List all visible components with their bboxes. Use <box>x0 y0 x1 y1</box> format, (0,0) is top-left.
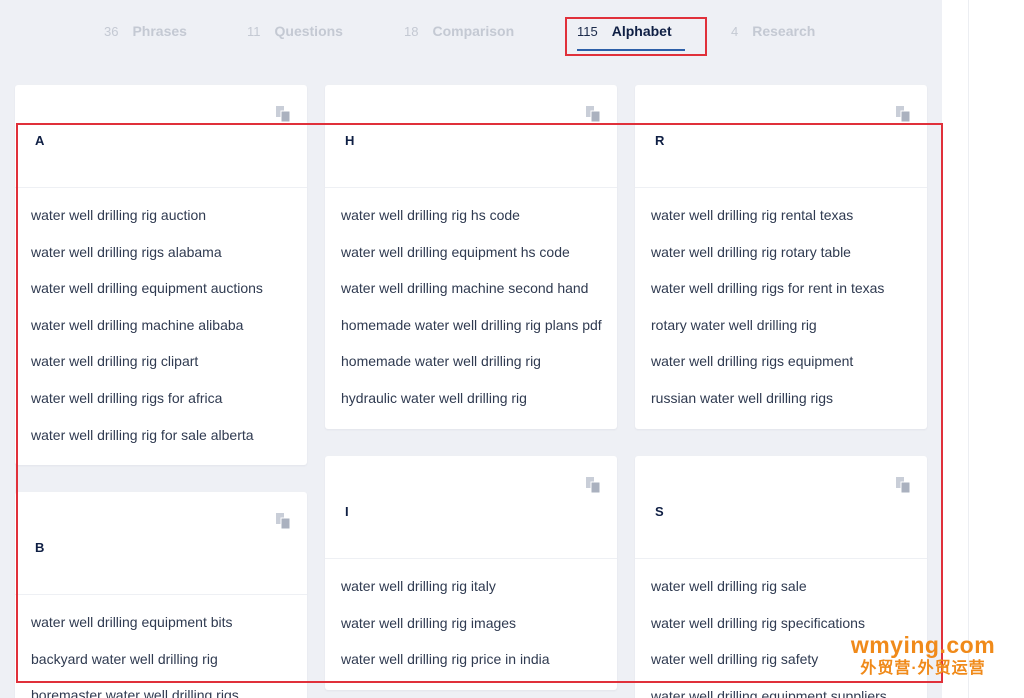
alphabet-card-a: A water well drilling rig auction water … <box>15 85 307 465</box>
keyword-item[interactable]: water well drilling rig sale <box>635 576 927 613</box>
copy-icon[interactable] <box>895 105 911 123</box>
tab-label: Research <box>752 23 816 39</box>
keyword-item[interactable]: water well drilling equipment bits <box>15 612 307 649</box>
card-letter: A <box>35 133 45 148</box>
keyword-item[interactable]: water well drilling rig images <box>325 613 617 650</box>
card-letter: R <box>655 133 665 148</box>
keyword-item[interactable]: water well drilling rigs equipment <box>635 351 927 388</box>
card-letter: S <box>655 504 664 519</box>
keyword-item[interactable]: rotary water well drilling rig <box>635 315 927 352</box>
keyword-item[interactable]: water well drilling rigs for africa <box>15 388 307 425</box>
tab-phrases[interactable]: 36 Phrases <box>104 23 187 43</box>
keyword-item[interactable]: backyard water well drilling rig <box>15 649 307 686</box>
active-tab-underline <box>577 49 685 51</box>
keyword-item[interactable]: water well drilling rig italy <box>325 576 617 613</box>
keyword-item[interactable]: water well drilling rig rotary table <box>635 242 927 279</box>
tab-comparison[interactable]: 18 Comparison <box>404 23 514 43</box>
alphabet-card-r: R water well drilling rig rental texas w… <box>635 85 927 429</box>
copy-icon[interactable] <box>275 512 291 530</box>
card-header: R <box>635 85 927 188</box>
card-header: B <box>15 492 307 595</box>
keyword-item[interactable]: boremaster water well drilling rigs <box>15 685 307 698</box>
copy-icon[interactable] <box>585 476 601 494</box>
tab-label: Questions <box>274 23 343 39</box>
keyword-item[interactable]: water well drilling rig for sale alberta <box>15 425 307 462</box>
tab-label: Phrases <box>132 23 187 39</box>
keyword-item[interactable]: water well drilling equipment suppliers <box>635 686 927 698</box>
watermark-subtitle: 外贸营·外贸运营 <box>860 660 986 677</box>
tab-count: 115 <box>577 24 598 39</box>
watermark: wmying.com 外贸营·外贸运营 <box>838 632 1008 680</box>
keyword-panel: 36 Phrases 11 Questions 18 Comparison 11… <box>0 0 942 698</box>
tab-alphabet[interactable]: 115 Alphabet <box>577 23 672 43</box>
card-letter: B <box>35 540 45 555</box>
alphabet-card-b: B water well drilling equipment bits bac… <box>15 492 307 698</box>
card-letter: H <box>345 133 355 148</box>
keyword-item[interactable]: water well drilling equipment hs code <box>325 242 617 279</box>
keyword-item[interactable]: water well drilling rig hs code <box>325 205 617 242</box>
keyword-item[interactable]: homemade water well drilling rig <box>325 351 617 388</box>
keyword-item[interactable]: water well drilling machine alibaba <box>15 315 307 352</box>
keyword-item[interactable]: water well drilling machine second hand <box>325 278 617 315</box>
keyword-item[interactable]: homemade water well drilling rig plans p… <box>325 315 617 352</box>
divider <box>968 0 969 698</box>
keyword-list: water well drilling rig hs code water we… <box>325 188 617 425</box>
tab-count: 11 <box>247 24 261 39</box>
card-header: S <box>635 456 927 559</box>
copy-icon[interactable] <box>895 476 911 494</box>
keyword-item[interactable]: water well drilling rigs alabama <box>15 242 307 279</box>
keyword-list: water well drilling equipment bits backy… <box>15 595 307 698</box>
tab-count: 36 <box>104 24 119 39</box>
keyword-item[interactable]: water well drilling rigs for rent in tex… <box>635 278 927 315</box>
right-margin <box>942 0 1024 698</box>
card-header: A <box>15 85 307 188</box>
tab-label: Comparison <box>432 23 515 39</box>
card-header: I <box>325 456 617 559</box>
watermark-domain: wmying.com <box>850 632 996 658</box>
keyword-list: water well drilling rig auction water we… <box>15 188 307 461</box>
tab-research[interactable]: 4 Research <box>731 23 815 43</box>
keyword-item[interactable]: water well drilling rig price in india <box>325 649 617 686</box>
keyword-item[interactable]: russian water well drilling rigs <box>635 388 927 425</box>
keyword-item[interactable]: water well drilling rig auction <box>15 205 307 242</box>
keyword-list: water well drilling rig rental texas wat… <box>635 188 927 425</box>
keyword-item[interactable]: water well drilling rig clipart <box>15 351 307 388</box>
keyword-item[interactable]: water well drilling equipment auctions <box>15 278 307 315</box>
copy-icon[interactable] <box>275 105 291 123</box>
alphabet-card-h: H water well drilling rig hs code water … <box>325 85 617 429</box>
card-header: H <box>325 85 617 188</box>
tab-questions[interactable]: 11 Questions <box>247 23 343 43</box>
keyword-item[interactable]: hydraulic water well drilling rig <box>325 388 617 425</box>
tab-label: Alphabet <box>611 23 672 39</box>
tab-count: 4 <box>731 24 739 39</box>
alphabet-card-i: I water well drilling rig italy water we… <box>325 456 617 690</box>
tab-count: 18 <box>404 24 419 39</box>
keyword-item[interactable]: water well drilling rig rental texas <box>635 205 927 242</box>
copy-icon[interactable] <box>585 105 601 123</box>
keyword-list: water well drilling rig italy water well… <box>325 559 617 686</box>
card-letter: I <box>345 504 349 519</box>
